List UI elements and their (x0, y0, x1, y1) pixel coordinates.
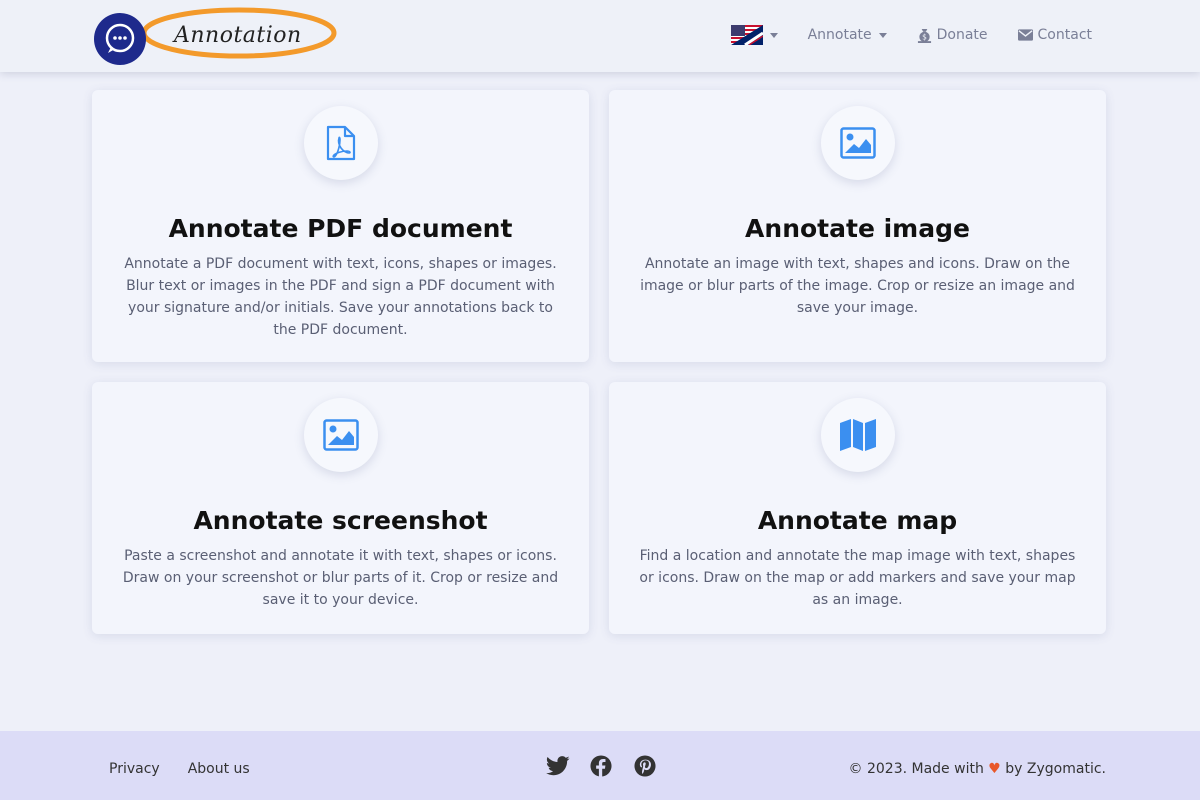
main-nav: Annotate $ Donate Contact (730, 22, 1092, 48)
facebook-icon[interactable] (590, 755, 614, 779)
heart-icon: ♥ (988, 761, 1001, 777)
social-links (546, 755, 658, 779)
copyright-suffix: by Zygomatic. (1005, 761, 1106, 777)
us-uk-flag-icon (730, 25, 763, 45)
screenshot-image-icon (322, 419, 359, 451)
brand-logo[interactable]: Annotation (94, 7, 339, 65)
copyright-prefix: © 2023. Made with (848, 761, 984, 777)
chevron-down-icon (878, 32, 887, 38)
contact-label: Contact (1037, 27, 1092, 43)
footer-links: Privacy About us (109, 761, 250, 777)
language-dropdown[interactable] (730, 25, 778, 45)
copyright: © 2023. Made with ♥ by Zygomatic. (849, 761, 1106, 777)
image-icon (839, 127, 876, 159)
map-icon (839, 419, 876, 451)
card-description: Paste a screenshot and annotate it with … (122, 548, 559, 608)
about-us-link[interactable]: About us (188, 761, 250, 777)
card-icon-circle (303, 398, 378, 472)
annotate-dropdown[interactable]: Annotate (808, 27, 887, 43)
privacy-link[interactable]: Privacy (109, 761, 160, 777)
card-icon-circle (820, 106, 895, 180)
pdf-icon (326, 125, 355, 161)
svg-text:$: $ (922, 32, 927, 41)
card-annotate-image[interactable]: Annotate image Annotate an image with te… (609, 90, 1106, 362)
money-bag-icon: $ (917, 28, 931, 43)
chevron-down-icon (769, 32, 778, 38)
card-annotate-pdf[interactable]: Annotate PDF document Annotate a PDF doc… (92, 90, 589, 362)
card-annotate-screenshot[interactable]: Annotate screenshot Paste a screenshot a… (92, 382, 589, 634)
card-annotate-map[interactable]: Annotate map Find a location and annotat… (609, 382, 1106, 634)
card-icon-circle (820, 398, 895, 472)
card-description: Find a location and annotate the map ima… (639, 548, 1076, 608)
card-title: Annotate map (757, 506, 958, 535)
footer: Privacy About us © 2023. Made with ♥ by … (0, 731, 1200, 800)
annotate-label: Annotate (807, 27, 872, 43)
contact-link[interactable]: Contact (1017, 27, 1092, 43)
card-description: Annotate a PDF document with text, icons… (124, 256, 557, 338)
envelope-icon (1017, 29, 1033, 41)
donate-label: Donate (936, 27, 988, 43)
card-description: Annotate an image with text, shapes and … (640, 256, 1075, 316)
card-title: Annotate screenshot (193, 506, 488, 535)
feature-cards-grid: Annotate PDF document Annotate a PDF doc… (92, 90, 1106, 634)
card-icon-circle (303, 106, 378, 180)
top-navbar: Annotation Annotate $ Donate Contact (0, 0, 1200, 72)
card-title: Annotate PDF document (168, 214, 513, 243)
pinterest-icon[interactable] (634, 755, 658, 779)
brand-name: Annotation (174, 23, 302, 48)
donate-link[interactable]: $ Donate (917, 27, 988, 43)
card-title: Annotate image (745, 214, 970, 243)
twitter-icon[interactable] (546, 755, 570, 779)
